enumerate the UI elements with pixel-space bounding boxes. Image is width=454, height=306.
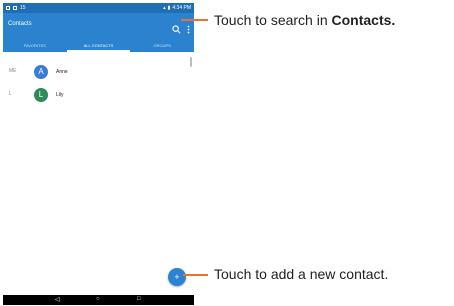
status-left: 15 — [6, 5, 26, 11]
app-title: Contacts — [8, 21, 32, 27]
avatar: L — [34, 88, 48, 102]
back-icon[interactable]: ◁ — [55, 296, 60, 303]
callout-search: Touch to search in Contacts. — [214, 12, 395, 28]
tab-groups[interactable]: GROUPS — [130, 39, 194, 52]
contact-name: Anne — [56, 69, 68, 75]
avatar: A — [34, 65, 48, 79]
app-bar: Contacts — [3, 13, 194, 39]
section-label: ME — [9, 68, 17, 74]
add-contact-button[interactable]: + — [168, 268, 186, 286]
status-bar: 15 ▴ ▮ 4:34 PM — [3, 3, 194, 13]
tab-favorites[interactable]: FAVORITES — [3, 39, 67, 52]
status-left-text: 15 — [20, 5, 26, 11]
status-right: ▴ ▮ 4:34 PM — [163, 5, 191, 11]
recents-icon[interactable]: □ — [137, 296, 141, 302]
contact-row-lily[interactable]: L L Lily — [3, 85, 194, 105]
home-icon[interactable]: ○ — [96, 296, 100, 302]
callout-line-add — [183, 274, 208, 276]
contact-list: ME A Anne L L Lily — [3, 52, 194, 296]
status-time: 4:34 PM — [172, 5, 191, 11]
battery-icon: ▮ — [167, 5, 171, 11]
callout-search-text: Touch to search in — [214, 12, 332, 28]
section-label: L — [9, 91, 12, 97]
callout-add: Touch to add a new contact. — [214, 266, 389, 282]
search-icon[interactable] — [172, 21, 181, 34]
tab-bar: FAVORITES ALL CONTACTS GROUPS — [3, 39, 194, 52]
more-vert-icon[interactable] — [185, 21, 192, 34]
notification-icon — [6, 6, 10, 10]
navigation-bar: ◁ ○ □ — [3, 295, 194, 305]
callout-search-bold: Contacts. — [331, 12, 396, 28]
image-icon — [13, 6, 17, 10]
tab-all-contacts[interactable]: ALL CONTACTS — [66, 39, 131, 52]
callout-line-search — [181, 19, 208, 21]
contact-row-anne[interactable]: ME A Anne — [3, 62, 194, 82]
contact-name: Lily — [56, 92, 64, 98]
tablet-screen: 15 ▴ ▮ 4:34 PM Contacts FAVORITES ALL CO… — [3, 3, 194, 305]
signal-icon: ▴ — [163, 5, 166, 11]
